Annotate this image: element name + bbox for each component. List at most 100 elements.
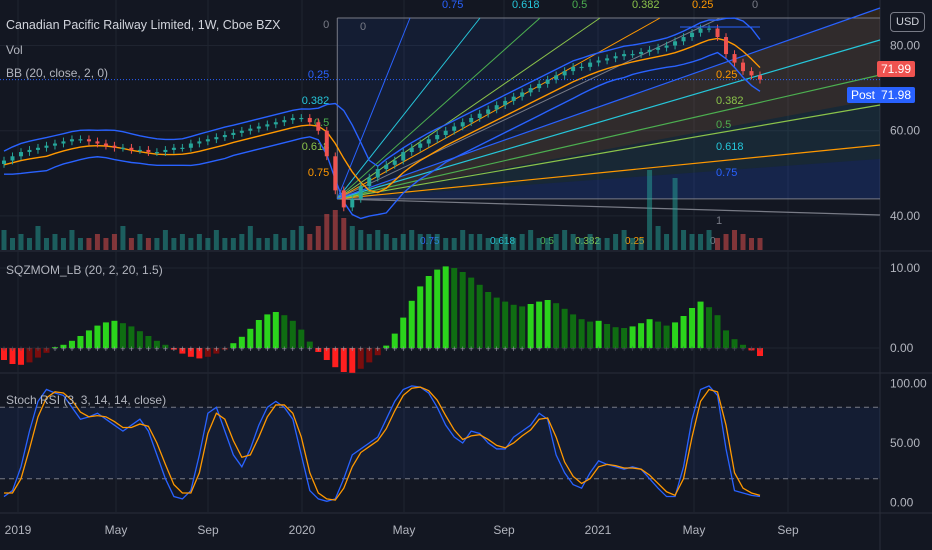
squeeze-dot: + — [239, 344, 244, 354]
volume-bar — [740, 234, 746, 250]
stoch-axis-label: 0.00 — [890, 495, 914, 509]
momentum-bar — [570, 314, 577, 348]
momentum-bar — [264, 314, 271, 348]
stoch-axis-label: 100.00 — [890, 377, 927, 391]
volume-bar — [94, 234, 100, 250]
candle-body — [137, 149, 142, 152]
squeeze-dot: + — [511, 344, 516, 354]
candle-body — [392, 160, 397, 165]
squeeze-dot: + — [613, 344, 618, 354]
squeeze-dot: + — [197, 344, 202, 354]
momentum-bar — [408, 300, 415, 348]
candle-body — [248, 128, 253, 131]
candle-body — [10, 156, 15, 161]
volume-bar — [468, 234, 474, 250]
volume-bar — [196, 234, 202, 250]
squeeze-dot: + — [723, 344, 728, 354]
fib-label: 0 — [752, 0, 758, 11]
squeeze-dot: + — [528, 344, 533, 354]
squeeze-dot: + — [214, 344, 219, 354]
momentum-bar — [459, 272, 466, 348]
volume-bar — [247, 226, 253, 250]
price-axis-label: 80.00 — [890, 39, 920, 53]
fib-label: 0.618 — [716, 141, 744, 153]
candle-body — [18, 152, 23, 157]
volume-bar — [426, 234, 432, 250]
volume-bar — [307, 234, 313, 250]
squeeze-dot: + — [95, 344, 100, 354]
squeeze-dot: + — [494, 344, 499, 354]
candle-body — [571, 66, 576, 72]
candle-body — [613, 56, 618, 59]
momentum-bar — [493, 297, 500, 348]
fib-label: 0.382 — [632, 0, 660, 11]
momentum-bar — [561, 308, 568, 348]
squeeze-dot: + — [324, 344, 329, 354]
volume-bar — [213, 230, 219, 250]
last-price-tag: 71.99 — [877, 61, 916, 77]
candle-body — [61, 141, 66, 144]
momentum-bar — [544, 300, 551, 348]
time-axis-label: May — [683, 523, 706, 537]
volume-bar — [604, 238, 610, 250]
volume-bar — [324, 214, 330, 250]
candle-body — [656, 47, 661, 50]
volume-bar — [460, 230, 466, 250]
squeeze-dot: + — [256, 344, 261, 354]
volume-bar — [179, 234, 185, 250]
squeeze-dot: + — [350, 344, 355, 354]
fib-label: 0.75 — [442, 0, 463, 11]
candle-body — [681, 37, 686, 42]
volume-bar — [290, 230, 296, 250]
volume-bar — [698, 234, 704, 250]
candle-body — [503, 100, 508, 106]
squeeze-dot: + — [163, 344, 168, 354]
squeeze-dot: + — [469, 344, 474, 354]
volume-bar — [341, 218, 347, 250]
volume-bar — [587, 234, 593, 250]
volume-bar — [494, 238, 500, 250]
squeeze-dot: + — [672, 344, 677, 354]
volume-bar — [111, 234, 117, 250]
bollinger-legend[interactable]: BB (20, close, 2, 0) — [6, 66, 108, 80]
momentum-bar — [706, 307, 713, 348]
volume-bar — [332, 210, 338, 250]
symbol-title[interactable]: Canadian Pacific Railway Limited, 1W, Cb… — [6, 18, 280, 32]
candle-body — [69, 139, 74, 142]
candle-body — [214, 137, 219, 140]
candle-body — [401, 152, 406, 161]
squeeze-momentum-legend[interactable]: SQZMOM_LB (20, 2, 20, 1.5) — [6, 263, 163, 277]
candle-body — [579, 66, 584, 69]
squeeze-dot: + — [27, 344, 32, 354]
candle-body — [316, 122, 321, 131]
candle-body — [545, 79, 550, 84]
momentum-bar — [485, 292, 492, 348]
stoch-rsi-legend[interactable]: Stoch RSI (3, 3, 14, 14, close) — [6, 393, 166, 407]
candle-body — [443, 130, 448, 135]
volume-bar — [723, 234, 729, 250]
candle-body — [732, 54, 737, 63]
volume-bar — [511, 238, 517, 250]
candle-body — [324, 130, 329, 157]
candle-body — [460, 122, 465, 127]
squeeze-dot: + — [732, 344, 737, 354]
volume-bar — [137, 234, 143, 250]
candle-body — [205, 139, 210, 142]
candle-body — [27, 149, 32, 153]
price-axis-label: 40.00 — [890, 209, 920, 223]
squeeze-dot: + — [316, 344, 321, 354]
squeeze-dot: + — [307, 344, 312, 354]
volume-bar — [264, 238, 270, 250]
candle-body — [673, 41, 678, 46]
volume-legend[interactable]: Vol — [6, 43, 23, 57]
candle-body — [146, 149, 151, 153]
volume-bar — [528, 230, 534, 250]
squeeze-dot: + — [689, 344, 694, 354]
volume-bar — [579, 238, 585, 250]
squeeze-dot: + — [621, 344, 626, 354]
candle-body — [639, 51, 644, 55]
squeeze-dot: + — [452, 344, 457, 354]
volume-bar — [358, 230, 364, 250]
currency-button[interactable]: USD — [890, 12, 926, 32]
squeeze-dot: + — [520, 344, 525, 354]
